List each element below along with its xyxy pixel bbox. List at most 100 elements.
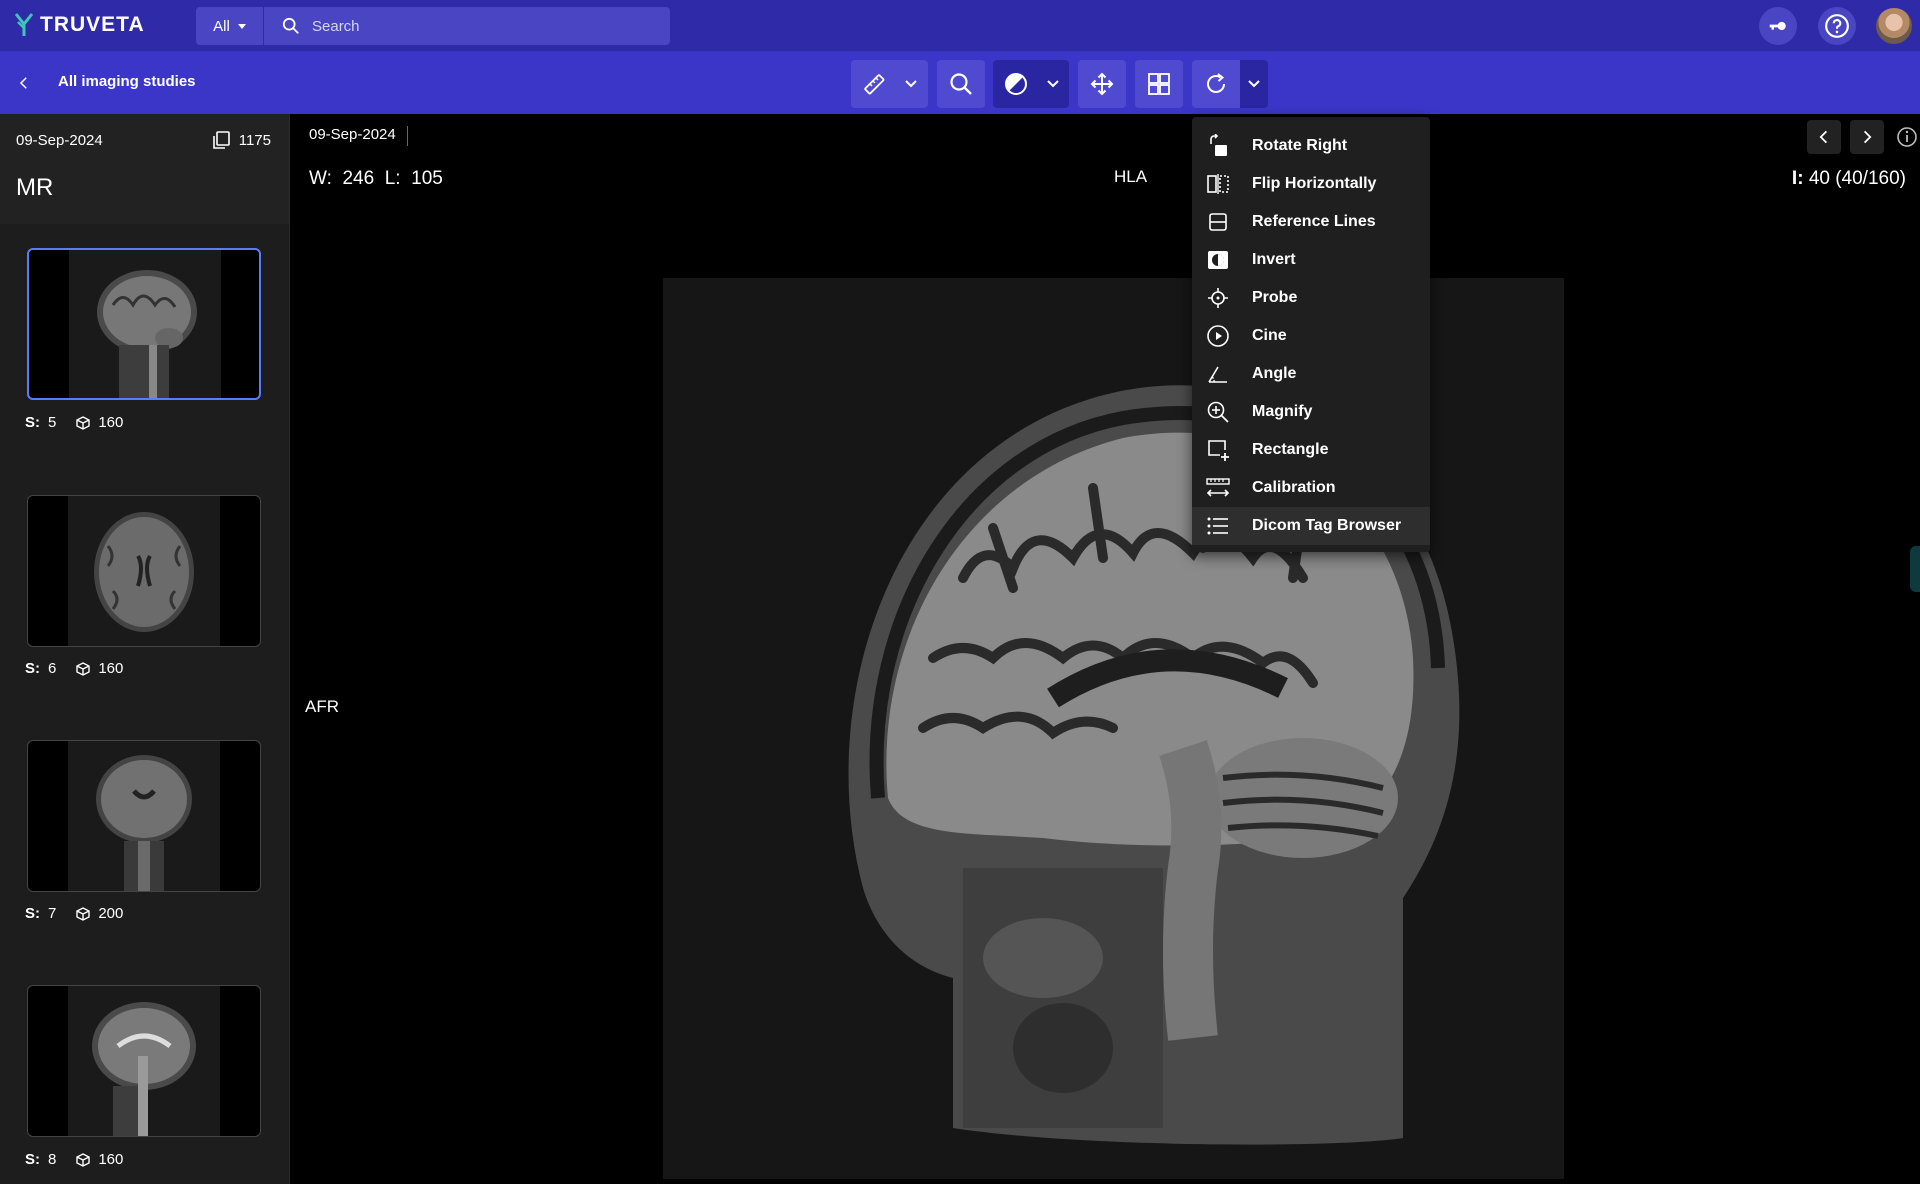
invert-icon <box>1208 251 1228 269</box>
series-label: S: <box>25 414 40 431</box>
layout-grid-icon <box>1148 73 1170 95</box>
menu-item-cine[interactable]: Cine <box>1192 317 1430 355</box>
window-value: 246 <box>342 168 375 189</box>
window-level-tool-button[interactable] <box>993 60 1039 108</box>
series-label: S: <box>25 660 40 677</box>
ruler-icon <box>864 74 885 95</box>
series-thumbnail[interactable] <box>27 248 261 400</box>
series-label: S: <box>25 905 40 922</box>
key-button[interactable] <box>1759 7 1797 45</box>
flip-horizontal-icon <box>1207 174 1229 194</box>
image-count: 1175 <box>211 130 271 150</box>
cube-icon <box>76 1152 91 1167</box>
all-imaging-studies-link[interactable]: All imaging studies <box>58 73 196 90</box>
mri-thumbnail-sagittal <box>97 270 197 398</box>
contrast-icon <box>1005 73 1027 95</box>
orientation-left-label: AFR <box>305 697 339 716</box>
instance-value: 40 (40/160) <box>1808 168 1906 189</box>
menu-item-angle[interactable]: Angle <box>1192 355 1430 393</box>
user-avatar[interactable] <box>1874 6 1914 46</box>
zoom-tool-button[interactable] <box>937 60 985 108</box>
menu-item-invert[interactable]: Invert <box>1192 241 1430 279</box>
pan-tool-button[interactable] <box>1078 60 1126 108</box>
back-button[interactable] <box>12 71 36 95</box>
measure-tool-dropdown[interactable] <box>897 60 925 108</box>
rectangle-icon <box>1208 440 1229 461</box>
menu-item-rotate-right[interactable]: Rotate Right <box>1192 127 1430 165</box>
reference-lines-icon <box>1209 213 1227 231</box>
menu-item-flip-horizontally[interactable]: Flip Horizontally <box>1192 165 1430 203</box>
measure-tool-group <box>851 60 928 108</box>
series-number: 7 <box>48 905 57 922</box>
list-icon <box>1207 517 1228 535</box>
rotate-icon <box>1207 73 1225 93</box>
series-thumbnail[interactable] <box>27 985 261 1137</box>
menu-item-magnify[interactable]: Magnify <box>1192 393 1430 431</box>
image-viewport[interactable]: 09-Sep-2024 W: 246 L: 105 HLA AFR I: 40 … <box>291 114 1920 1184</box>
mri-thumbnail-coronal <box>96 755 192 891</box>
menu-item-probe[interactable]: Probe <box>1192 279 1430 317</box>
more-tools-dropdown[interactable] <box>1240 60 1268 108</box>
search-input[interactable] <box>312 17 652 35</box>
angle-icon <box>1208 366 1227 383</box>
series-number: 8 <box>48 1151 57 1168</box>
calibration-icon <box>1206 478 1230 497</box>
zoom-icon <box>950 73 972 95</box>
instance-readout: I: 40 (40/160) <box>1791 168 1906 189</box>
previous-image-button[interactable] <box>1807 120 1841 154</box>
side-panel-tab[interactable] <box>1910 546 1920 592</box>
series-meta: S: 6 160 <box>25 660 123 677</box>
chevron-right-icon <box>1863 130 1872 144</box>
help-icon <box>1825 14 1849 38</box>
info-icon[interactable] <box>1896 126 1918 148</box>
rotate-tool-button[interactable] <box>1192 60 1240 108</box>
menu-item-dicom-tag-browser[interactable]: Dicom Tag Browser <box>1192 507 1430 545</box>
series-label: S: <box>25 1151 40 1168</box>
menu-item-calibration[interactable]: Calibration <box>1192 469 1430 507</box>
search-scope-dropdown[interactable]: All <box>196 7 264 45</box>
cube-icon <box>76 415 91 430</box>
menu-item-reference-lines[interactable]: Reference Lines <box>1192 203 1430 241</box>
next-image-button[interactable] <box>1850 120 1884 154</box>
series-thumbnail[interactable] <box>27 495 261 647</box>
search-scope-label: All <box>213 17 230 35</box>
layout-tool-button[interactable] <box>1135 60 1183 108</box>
layout-tool-group <box>1135 60 1183 108</box>
truveta-logo[interactable]: TRUVETA <box>14 12 145 38</box>
chevron-down-icon <box>1248 80 1260 88</box>
series-image-count: 200 <box>98 905 124 922</box>
series-meta: S: 7 200 <box>25 905 123 922</box>
window-level-readout: W: 246 L: 105 <box>309 168 443 189</box>
series-image-count: 160 <box>98 1151 124 1168</box>
top-bar: TRUVETA All <box>0 0 1920 52</box>
chevron-left-icon <box>1819 130 1828 144</box>
series-panel: 09-Sep-2024 1175 MR S: 5 160 S: 6 160 S:… <box>0 114 290 1184</box>
window-level-dropdown[interactable] <box>1039 60 1067 108</box>
menu-item-rectangle[interactable]: Rectangle <box>1192 431 1430 469</box>
measure-tool-button[interactable] <box>851 60 897 108</box>
series-meta: S: 8 160 <box>25 1151 123 1168</box>
help-button[interactable] <box>1818 7 1856 45</box>
window-level-tool-group <box>993 60 1069 108</box>
chevron-down-icon <box>1047 80 1059 88</box>
chevron-left-icon <box>19 77 27 89</box>
study-date: 09-Sep-2024 <box>16 132 103 149</box>
truveta-logo-icon <box>14 13 34 36</box>
rotate-right-icon <box>1210 134 1227 156</box>
series-meta: S: 5 160 <box>25 414 123 431</box>
orientation-top-label: HLA <box>1114 167 1148 186</box>
cube-icon <box>76 906 91 921</box>
copy-icon <box>212 131 230 149</box>
pan-tool-group <box>1078 60 1126 108</box>
more-tools-menu: Rotate Right Flip Horizontally Reference… <box>1192 117 1430 552</box>
pan-icon <box>1090 72 1114 96</box>
series-number: 5 <box>48 414 57 431</box>
probe-icon <box>1208 288 1228 308</box>
series-thumbnail[interactable] <box>27 740 261 892</box>
date-divider <box>407 126 408 146</box>
viewport-study-date: 09-Sep-2024 <box>309 126 396 143</box>
mri-thumbnail-sagittal-midline <box>92 1002 196 1136</box>
search-bar: All <box>196 7 670 45</box>
cube-icon <box>76 661 91 676</box>
search-icon <box>282 17 299 34</box>
